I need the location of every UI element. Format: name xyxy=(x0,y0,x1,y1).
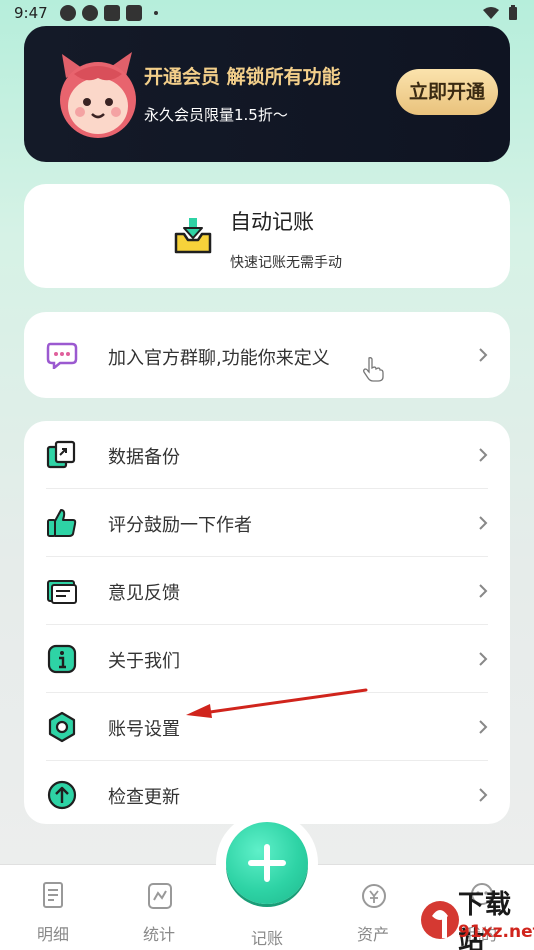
pointer-hand-icon xyxy=(363,357,384,382)
status-bar: 9:47 xyxy=(0,0,534,28)
menu-item-rate-author[interactable]: 评分鼓励一下作者 xyxy=(24,489,510,557)
status-time: 9:47 xyxy=(14,4,48,22)
list-icon xyxy=(43,882,63,908)
chat-bubble-icon xyxy=(46,342,78,369)
chevron-right-icon xyxy=(479,348,488,362)
tab-label: 明细 xyxy=(36,925,69,944)
plus-icon xyxy=(248,844,286,882)
settings-icon xyxy=(48,711,76,743)
app-notification-icon xyxy=(82,5,98,21)
thumbs-up-icon xyxy=(47,509,77,537)
chevron-right-icon xyxy=(479,652,488,666)
asset-icon xyxy=(362,884,386,908)
app-notification-icon xyxy=(126,5,142,21)
vip-banner[interactable]: 开通会员 解锁所有功能 永久会员限量1.5折～ 立即开通 xyxy=(24,26,510,162)
feedback-icon xyxy=(47,580,77,604)
tab-statistics[interactable]: 统计 xyxy=(114,865,204,950)
chevron-right-icon xyxy=(479,516,488,530)
menu-item-label: 关于我们 xyxy=(108,651,180,672)
tab-details[interactable]: 明细 xyxy=(8,865,98,950)
chevron-right-icon xyxy=(479,788,488,802)
open-vip-button[interactable]: 立即开通 xyxy=(396,69,498,115)
menu-item-feedback[interactable]: 意见反馈 xyxy=(24,557,510,625)
tab-label: 统计 xyxy=(142,925,175,944)
chevron-right-icon xyxy=(479,448,488,462)
auto-booking-card[interactable]: 自动记账 快速记账无需手动 xyxy=(24,184,510,288)
chevron-right-icon xyxy=(479,720,488,734)
tab-label: 记账 xyxy=(250,929,283,948)
group-chat-label: 加入官方群聊,功能你来定义 xyxy=(108,348,330,369)
tab-label: 资产 xyxy=(356,925,389,944)
add-record-button-wrap xyxy=(216,812,318,914)
wifi-icon xyxy=(483,7,499,19)
auto-booking-icon xyxy=(174,218,212,254)
group-chat-row[interactable]: 加入官方群聊,功能你来定义 xyxy=(24,312,510,398)
battery-icon xyxy=(509,5,517,20)
menu-item-label: 账号设置 xyxy=(108,719,180,740)
auto-booking-subtitle: 快速记账无需手动 xyxy=(230,255,342,271)
tab-assets[interactable]: 资产 xyxy=(328,865,418,950)
menu-item-label: 检查更新 xyxy=(108,787,180,808)
menu-item-about-us[interactable]: 关于我们 xyxy=(24,625,510,693)
auto-booking-title: 自动记账 xyxy=(230,210,314,234)
backup-icon xyxy=(46,440,76,469)
update-icon xyxy=(47,780,77,810)
add-record-button[interactable] xyxy=(226,822,308,904)
app-notification-icon xyxy=(104,5,120,21)
info-icon xyxy=(47,644,77,674)
menu-item-label: 意见反馈 xyxy=(108,583,180,604)
notification-icons xyxy=(60,5,158,21)
vip-subtitle: 永久会员限量1.5折～ xyxy=(144,106,288,124)
menu-item-label: 数据备份 xyxy=(108,447,180,468)
app-notification-icon xyxy=(60,5,76,21)
chart-icon xyxy=(148,883,172,909)
settings-menu: 数据备份 评分鼓励一下作者 意见反馈 关于我们 账号设置 检查更新 xyxy=(24,421,510,824)
menu-item-data-backup[interactable]: 数据备份 xyxy=(24,421,510,489)
annotation-arrow xyxy=(186,688,368,718)
watermark-url: 91xz.net xyxy=(458,922,534,942)
vip-title: 开通会员 解锁所有功能 xyxy=(144,66,341,88)
menu-item-label: 评分鼓励一下作者 xyxy=(108,515,252,536)
mascot-icon xyxy=(60,52,136,138)
chevron-right-icon xyxy=(479,584,488,598)
more-notifications-icon xyxy=(154,11,158,15)
